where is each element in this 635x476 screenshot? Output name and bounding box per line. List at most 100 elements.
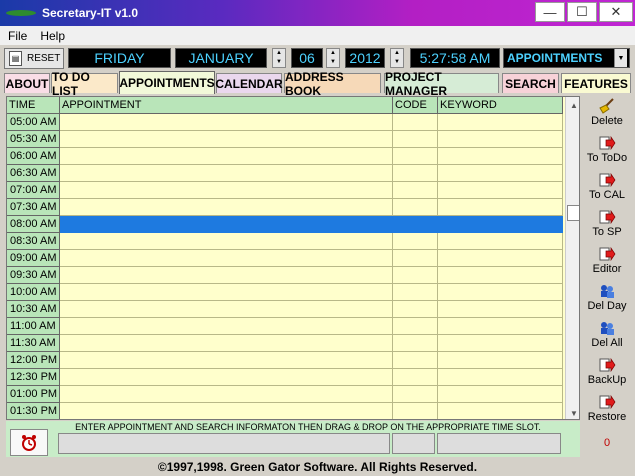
sidebar-button-restore[interactable]: Restore	[583, 392, 631, 429]
code-cell[interactable]	[393, 114, 438, 131]
sidebar-button-to-todo[interactable]: To ToDo	[583, 133, 631, 170]
appointment-cell[interactable]	[60, 199, 393, 216]
alarm-button[interactable]	[10, 429, 48, 456]
sidebar-button-editor[interactable]: Editor	[583, 244, 631, 281]
table-row[interactable]: 07:30 AM	[7, 199, 563, 216]
appointment-entry-field[interactable]	[58, 433, 390, 454]
code-cell[interactable]	[393, 386, 438, 403]
keyword-cell[interactable]	[438, 131, 563, 148]
sidebar-button-del-all[interactable]: Del All	[583, 318, 631, 355]
tab-features[interactable]: FEATURES	[561, 73, 631, 93]
tab-project-manager[interactable]: PROJECT MANAGER	[384, 70, 499, 98]
maximize-button[interactable]: ☐	[567, 2, 597, 22]
table-row[interactable]: 12:00 PM	[7, 352, 563, 369]
menu-help[interactable]: Help	[32, 29, 70, 43]
appointment-cell[interactable]	[60, 114, 393, 131]
appointment-cell[interactable]	[60, 267, 393, 284]
date-spinner[interactable]: ▲ ▼	[326, 48, 340, 68]
code-cell[interactable]	[393, 216, 438, 233]
code-cell[interactable]	[393, 250, 438, 267]
keyword-entry-field[interactable]	[437, 433, 561, 454]
appointment-cell[interactable]	[60, 148, 393, 165]
table-row[interactable]: 09:00 AM	[7, 250, 563, 267]
appointment-cell[interactable]	[60, 352, 393, 369]
keyword-cell[interactable]	[438, 352, 563, 369]
code-cell[interactable]	[393, 182, 438, 199]
appointment-cell[interactable]	[60, 216, 393, 233]
close-button[interactable]: ✕	[599, 2, 633, 22]
tab-search[interactable]: SEARCH	[502, 73, 559, 93]
code-cell[interactable]	[393, 335, 438, 352]
keyword-cell[interactable]	[438, 284, 563, 301]
code-cell[interactable]	[393, 267, 438, 284]
keyword-cell[interactable]	[438, 267, 563, 284]
appointment-cell[interactable]	[60, 284, 393, 301]
sidebar-button-del-day[interactable]: Del Day	[583, 281, 631, 318]
scrollbar-thumb[interactable]	[567, 205, 579, 221]
appointment-cell[interactable]	[60, 403, 393, 419]
table-row[interactable]: 11:30 AM	[7, 335, 563, 352]
sidebar-button-to-cal[interactable]: To CAL	[583, 170, 631, 207]
appointment-cell[interactable]	[60, 233, 393, 250]
sidebar-button-delete[interactable]: Delete	[583, 96, 631, 133]
table-row[interactable]: 01:30 PM	[7, 403, 563, 419]
sidebar-button-to-sp[interactable]: To SP	[583, 207, 631, 244]
appointment-cell[interactable]	[60, 335, 393, 352]
appointment-cell[interactable]	[60, 182, 393, 199]
year-spinner[interactable]: ▲ ▼	[390, 48, 404, 68]
code-cell[interactable]	[393, 199, 438, 216]
appointment-cell[interactable]	[60, 165, 393, 182]
table-row[interactable]: 12:30 PM	[7, 369, 563, 386]
scroll-down-icon[interactable]: ▼	[566, 405, 579, 419]
keyword-cell[interactable]	[438, 250, 563, 267]
table-row[interactable]: 10:00 AM	[7, 284, 563, 301]
tab-calendar[interactable]: CALENDAR	[215, 73, 283, 93]
reset-button[interactable]: ▤ RESET	[4, 48, 64, 69]
table-row[interactable]: 07:00 AM	[7, 182, 563, 199]
keyword-cell[interactable]	[438, 369, 563, 386]
appointment-cell[interactable]	[60, 386, 393, 403]
keyword-cell[interactable]	[438, 335, 563, 352]
code-cell[interactable]	[393, 301, 438, 318]
tab-to-do-list[interactable]: TO DO LIST	[51, 70, 118, 98]
code-cell[interactable]	[393, 369, 438, 386]
code-cell[interactable]	[393, 148, 438, 165]
keyword-cell[interactable]	[438, 148, 563, 165]
keyword-cell[interactable]	[438, 301, 563, 318]
code-cell[interactable]	[393, 165, 438, 182]
appointment-cell[interactable]	[60, 250, 393, 267]
table-row[interactable]: 01:00 PM	[7, 386, 563, 403]
keyword-cell[interactable]	[438, 403, 563, 419]
code-cell[interactable]	[393, 318, 438, 335]
tab-appointments[interactable]: APPOINTMENTS	[119, 71, 215, 94]
vertical-scrollbar[interactable]: ▲ ▼	[565, 97, 579, 419]
table-row[interactable]: 05:00 AM	[7, 114, 563, 131]
code-cell[interactable]	[393, 403, 438, 419]
keyword-cell[interactable]	[438, 386, 563, 403]
keyword-cell[interactable]	[438, 233, 563, 250]
keyword-cell[interactable]	[438, 182, 563, 199]
tab-address-book[interactable]: ADDRESS BOOK	[284, 70, 381, 98]
tab-about[interactable]: ABOUT	[4, 73, 50, 93]
chevron-down-icon[interactable]: ▼	[614, 49, 627, 67]
view-select[interactable]: APPOINTMENTS	[503, 48, 630, 68]
table-row[interactable]: 08:00 AM	[7, 216, 563, 233]
keyword-cell[interactable]	[438, 216, 563, 233]
table-row[interactable]: 10:30 AM	[7, 301, 563, 318]
table-row[interactable]: 08:30 AM	[7, 233, 563, 250]
sidebar-button-backup[interactable]: BackUp	[583, 355, 631, 392]
keyword-cell[interactable]	[438, 318, 563, 335]
menu-file[interactable]: File	[0, 29, 32, 43]
appointment-cell[interactable]	[60, 369, 393, 386]
month-spinner[interactable]: ▲ ▼	[272, 48, 286, 68]
scroll-up-icon[interactable]: ▲	[566, 97, 579, 113]
keyword-cell[interactable]	[438, 165, 563, 182]
code-cell[interactable]	[393, 352, 438, 369]
code-entry-field[interactable]	[392, 433, 435, 454]
table-row[interactable]: 06:00 AM	[7, 148, 563, 165]
appointment-cell[interactable]	[60, 301, 393, 318]
code-cell[interactable]	[393, 233, 438, 250]
table-row[interactable]: 05:30 AM	[7, 131, 563, 148]
table-row[interactable]: 11:00 AM	[7, 318, 563, 335]
keyword-cell[interactable]	[438, 199, 563, 216]
